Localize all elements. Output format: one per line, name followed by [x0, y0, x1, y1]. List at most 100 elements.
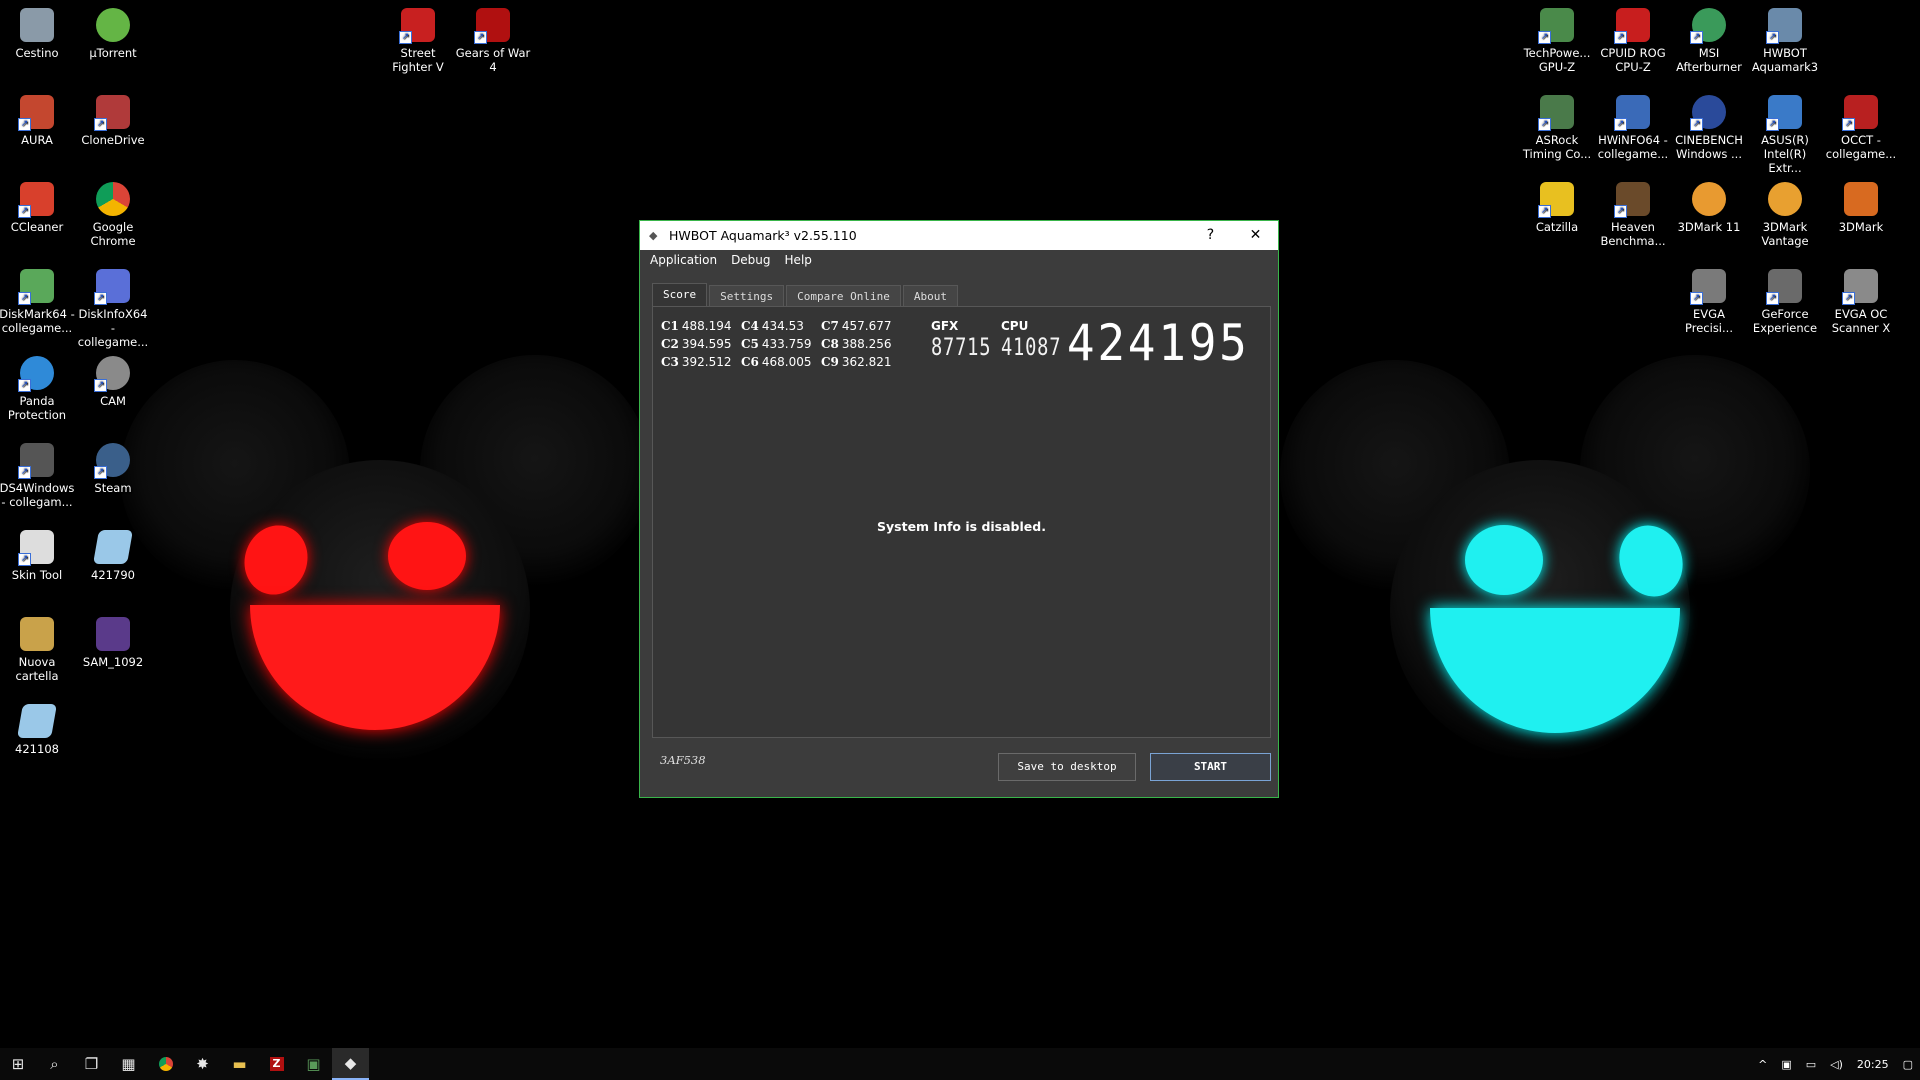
gfx-value: 87715	[931, 333, 992, 361]
desktop-icon[interactable]: ↗ Street Fighter V	[380, 8, 456, 74]
tab-bar: Score Settings Compare Online About	[652, 283, 960, 306]
desktop-icon[interactable]: ↗ Panda Protection	[0, 356, 75, 422]
clock[interactable]: 20:25	[1857, 1058, 1889, 1071]
calculator-icon[interactable]: ▦	[110, 1048, 147, 1080]
desktop-icon[interactable]: ↗ AURA	[0, 95, 75, 147]
tray-app-icon[interactable]: ▣	[1781, 1058, 1791, 1071]
desktop-icon[interactable]: ↗ CINEBENCH Windows ...	[1671, 95, 1747, 161]
hwinfo-icon: ↗	[1614, 95, 1650, 131]
recycle-bin-icon	[20, 8, 54, 42]
score-cell: C7 457.677	[821, 319, 892, 333]
aquamark-window: ◆ HWBOT Aquamark³ v2.55.110 ? ✕ Applicat…	[639, 220, 1279, 798]
desktop-icon[interactable]: ↗ DS4Windows - collegam...	[0, 443, 75, 509]
start-button[interactable]: START	[1150, 753, 1271, 781]
tab-compare-online[interactable]: Compare Online	[786, 285, 901, 306]
cinebench-icon: ↗	[1690, 95, 1726, 131]
desktop-icon[interactable]: µTorrent	[75, 8, 151, 60]
desktop-icon[interactable]: ↗ Heaven Benchma...	[1595, 182, 1671, 248]
verification-code: 3AF538	[660, 753, 706, 767]
desktop-icon[interactable]: Nuova cartella	[0, 617, 75, 683]
close-button[interactable]: ✕	[1233, 221, 1278, 250]
evga-precision-icon: ↗	[1690, 269, 1726, 305]
score-cell: C5 433.759	[741, 337, 812, 351]
app-green-icon[interactable]: ▣	[295, 1048, 332, 1080]
geforce-experience-icon: ↗	[1766, 269, 1802, 305]
desktop-icon[interactable]: Google Chrome	[75, 182, 151, 248]
3dmark-vantage-icon	[1768, 182, 1802, 216]
street-fighter-icon: ↗	[399, 8, 435, 44]
desktop-icon[interactable]: Cestino	[0, 8, 75, 60]
sam-1092-icon	[96, 617, 130, 651]
desktop-icon[interactable]: SAM_1092	[75, 617, 151, 669]
clonedrive-icon: ↗	[94, 95, 130, 131]
desktop-icon[interactable]: ↗ HWBOT Aquamark3	[1747, 8, 1823, 74]
aquamark-app-icon: ◆	[649, 228, 658, 242]
evga-oc-scanner-icon: ↗	[1842, 269, 1878, 305]
menu-help[interactable]: Help	[785, 253, 812, 267]
tab-settings[interactable]: Settings	[709, 285, 785, 306]
desktop-icon[interactable]: 421108	[0, 704, 75, 756]
wallpaper-cyan-mouse	[1280, 300, 1810, 760]
desktop-icon[interactable]: ↗ GeForce Experience	[1747, 269, 1823, 335]
desktop-icon[interactable]: ↗ ASUS(R) Intel(R) Extr...	[1747, 95, 1823, 175]
menu-application[interactable]: Application	[650, 253, 717, 267]
help-button[interactable]: ?	[1188, 221, 1233, 250]
desktop-icon[interactable]: ↗ CCleaner	[0, 182, 75, 234]
title-bar[interactable]: ◆ HWBOT Aquamark³ v2.55.110 ? ✕	[640, 221, 1278, 250]
app-icon[interactable]: ✸	[184, 1048, 221, 1080]
file-explorer-icon[interactable]: ▬	[221, 1048, 258, 1080]
file-421790-icon	[93, 530, 133, 564]
desktop-icon[interactable]: ↗ Catzilla	[1519, 182, 1595, 234]
score-cell: C2 394.595	[661, 337, 732, 351]
menu-debug[interactable]: Debug	[731, 253, 770, 267]
score-cell: C9 362.821	[821, 355, 892, 369]
desktop-icon[interactable]: ↗ TechPowe... GPU-Z	[1519, 8, 1595, 74]
score-cell: C6 468.005	[741, 355, 812, 369]
volume-icon[interactable]: ◁)	[1830, 1058, 1843, 1071]
search-icon[interactable]: ⌕	[36, 1048, 73, 1080]
desktop-icon[interactable]: ↗ CloneDrive	[75, 95, 151, 147]
desktop-icon[interactable]: ↗ EVGA OC Scanner X	[1823, 269, 1899, 335]
task-view-icon[interactable]: ❐	[73, 1048, 110, 1080]
nuova-cartella-icon	[20, 617, 54, 651]
cpuz-icon: ↗	[1614, 8, 1650, 44]
desktop-icon[interactable]: 3DMark 11	[1671, 182, 1747, 234]
desktop-icon[interactable]: ↗ Gears of War 4	[455, 8, 531, 74]
steam-icon: ↗	[94, 443, 130, 479]
system-tray: ^ ▣ ▭ ◁) 20:25 ▢	[1751, 1048, 1920, 1080]
chevron-up-icon[interactable]: ^	[1758, 1058, 1767, 1071]
desktop-icon[interactable]: ↗ CAM	[75, 356, 151, 408]
desktop-icon[interactable]: ↗ EVGA Precisi...	[1671, 269, 1747, 335]
aquamark-task-icon[interactable]: ◆	[332, 1048, 369, 1080]
notifications-icon[interactable]: ▢	[1903, 1058, 1913, 1071]
tab-about[interactable]: About	[902, 285, 958, 306]
desktop-icon[interactable]: ↗ Skin Tool	[0, 530, 75, 582]
save-to-desktop-button[interactable]: Save to desktop	[998, 753, 1136, 781]
3dmark-icon	[1844, 182, 1878, 216]
desktop-icon[interactable]: ↗ HWiNFO64 - collegame...	[1595, 95, 1671, 161]
aquamark-icon: ↗	[1766, 8, 1802, 44]
afterburner-icon: ↗	[1690, 8, 1726, 44]
asus-xtu-icon: ↗	[1766, 95, 1802, 131]
chrome-icon[interactable]	[147, 1048, 184, 1080]
desktop-icon[interactable]: ↗ Steam	[75, 443, 151, 495]
desktop-icon[interactable]: ↗ ASRock Timing Co...	[1519, 95, 1595, 161]
sub-scores: C1 488.194 C4 434.53 C7 457.677 C2 394.595 C…	[661, 319, 901, 369]
network-icon[interactable]: ▭	[1806, 1058, 1816, 1071]
desktop-icon[interactable]: 3DMark Vantage	[1747, 182, 1823, 248]
desktop-icon[interactable]: 3DMark	[1823, 182, 1899, 234]
start-windows-icon[interactable]: ⊞	[0, 1048, 36, 1080]
system-info-message: System Info is disabled.	[877, 519, 1046, 534]
filezilla-icon[interactable]: Z	[258, 1048, 295, 1080]
desktop-icon[interactable]: ↗ CPUID ROG CPU-Z	[1595, 8, 1671, 74]
desktop-icon[interactable]: 421790	[75, 530, 151, 582]
window-title: HWBOT Aquamark³ v2.55.110	[669, 228, 857, 243]
diskinfo-icon: ↗	[94, 269, 130, 305]
desktop-icon[interactable]: ↗ DiskMark64 - collegame...	[0, 269, 75, 335]
desktop-icon[interactable]: ↗ OCCT - collegame...	[1823, 95, 1899, 161]
taskbar: ⊞ ⌕ ❐ ▦ ✸ ▬ Z ▣ ◆ ^ ▣ ▭ ◁) 20:25 ▢	[0, 1048, 1920, 1080]
desktop-icon[interactable]: ↗ DiskInfoX64 - collegame...	[75, 269, 151, 349]
desktop-icon[interactable]: ↗ MSI Afterburner	[1671, 8, 1747, 74]
tab-score[interactable]: Score	[652, 283, 708, 306]
heaven-icon: ↗	[1614, 182, 1650, 218]
